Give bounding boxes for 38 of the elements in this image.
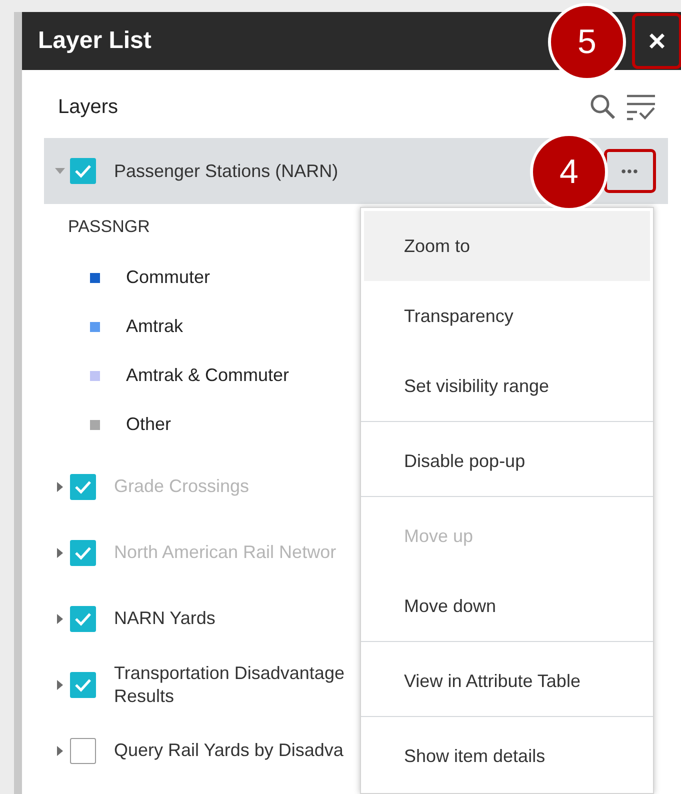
filter-list-icon[interactable] (626, 93, 656, 121)
menu-item[interactable]: View in Attribute Table (364, 646, 650, 716)
legend-label: Amtrak & Commuter (126, 364, 290, 387)
layer-name: Transportation Disadvantage Results (114, 662, 344, 708)
legend-label: Other (126, 413, 172, 436)
caret-right-icon[interactable] (57, 746, 63, 756)
legend-label: Amtrak (126, 315, 184, 338)
panel-title: Layer List (38, 26, 152, 56)
check-icon (74, 612, 92, 626)
search-icon[interactable] (590, 94, 616, 120)
close-button[interactable]: × (632, 13, 681, 69)
layer-name: NARN Yards (114, 607, 216, 630)
legend-label: Commuter (126, 266, 210, 289)
menu-item[interactable]: Disable pop-up (364, 426, 650, 496)
check-icon (74, 164, 92, 178)
layer-name: Passenger Stations (NARN) (114, 160, 338, 182)
menu-item[interactable]: Zoom to (364, 211, 650, 281)
checkbox[interactable] (70, 158, 96, 184)
caret-right-icon[interactable] (57, 614, 63, 624)
caret-right-icon[interactable] (57, 680, 63, 690)
menu-item[interactable]: Move down (364, 571, 650, 641)
checkbox[interactable] (70, 474, 96, 500)
layer-name: Query Rail Yards by Disadva (114, 739, 344, 762)
checkbox[interactable] (70, 606, 96, 632)
check-icon (74, 480, 92, 494)
caret-right-icon[interactable] (57, 548, 63, 558)
checkbox[interactable] (70, 738, 96, 764)
section-title: Layers (58, 95, 118, 120)
layer-name: Grade Crossings (114, 475, 250, 498)
check-icon (74, 546, 92, 560)
menu-item[interactable]: Transparency (364, 281, 650, 351)
layer-name: North American Rail Networ (114, 541, 336, 564)
menu-item[interactable]: Show item details (364, 721, 650, 791)
menu-item[interactable]: Set visibility range (364, 351, 650, 421)
check-icon (74, 678, 92, 692)
checkbox[interactable] (70, 540, 96, 566)
caret-right-icon[interactable] (57, 482, 63, 492)
checkbox[interactable] (70, 672, 96, 698)
